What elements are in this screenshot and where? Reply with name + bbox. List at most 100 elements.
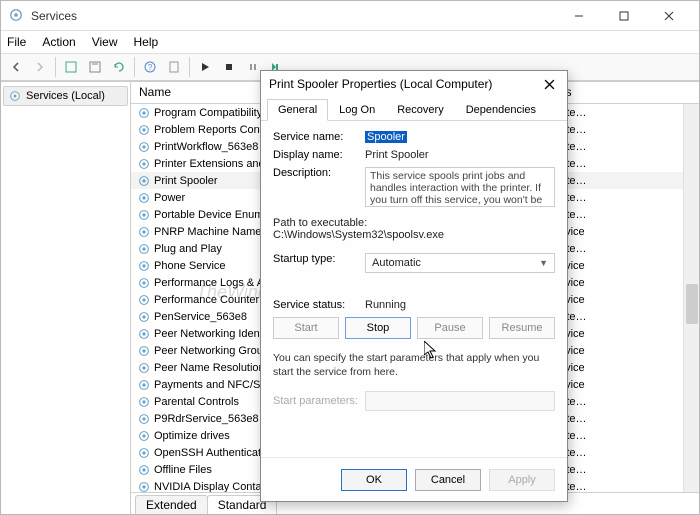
description-box[interactable]: This service spools print jobs and handl… [365, 167, 555, 207]
display-name-label: Display name: [273, 149, 359, 161]
sheet-icon[interactable] [163, 56, 185, 78]
service-logon: Syste… [548, 464, 699, 476]
back-button[interactable] [5, 56, 27, 78]
close-button[interactable] [646, 2, 691, 30]
gear-icon [137, 463, 151, 477]
gear-icon [137, 225, 151, 239]
stop-icon[interactable] [218, 56, 240, 78]
tree-services-local[interactable]: Services (Local) [3, 86, 128, 106]
gear-icon [137, 412, 151, 426]
help-icon[interactable]: ? [139, 56, 161, 78]
resume-button: Resume [489, 317, 555, 339]
play-icon[interactable] [194, 56, 216, 78]
gear-icon [137, 191, 151, 205]
tab-general[interactable]: General [267, 99, 328, 121]
stop-button[interactable]: Stop [345, 317, 411, 339]
gear-icon [137, 327, 151, 341]
start-params-label: Start parameters: [273, 395, 359, 407]
tab-extended[interactable]: Extended [135, 495, 208, 514]
start-button: Start [273, 317, 339, 339]
gear-icon [137, 106, 151, 120]
gear-icon [137, 174, 151, 188]
gear-icon [137, 310, 151, 324]
maximize-button[interactable] [601, 2, 646, 30]
service-logon: Service [548, 277, 699, 289]
dialog-close-button[interactable] [539, 74, 559, 94]
gear-icon [137, 293, 151, 307]
ok-button[interactable]: OK [341, 469, 407, 491]
path-value: C:\Windows\System32\spoolsv.exe [273, 229, 555, 241]
startup-type-value: Automatic [372, 257, 421, 269]
tab-logon[interactable]: Log On [328, 99, 386, 121]
description-label: Description: [273, 167, 359, 179]
service-logon: Syste… [548, 124, 699, 136]
startup-type-combo[interactable]: Automatic ▼ [365, 253, 555, 273]
start-params-input [365, 391, 555, 411]
service-name-value[interactable]: Spooler [365, 131, 407, 143]
parameters-note: You can specify the start parameters tha… [273, 351, 555, 379]
service-name-label: Service name: [273, 131, 359, 143]
service-logon: Service [548, 379, 699, 391]
scroll-thumb[interactable] [686, 284, 698, 324]
service-logon: Syste… [548, 209, 699, 221]
menu-file[interactable]: File [7, 35, 26, 49]
cancel-button[interactable]: Cancel [415, 469, 481, 491]
control-buttons: Start Stop Pause Resume [273, 317, 555, 339]
forward-button[interactable] [29, 56, 51, 78]
startup-type-label: Startup type: [273, 253, 359, 265]
gear-icon [137, 395, 151, 409]
dialog-footer: OK Cancel Apply [261, 457, 567, 501]
service-logon: Service [548, 345, 699, 357]
dialog-title: Print Spooler Properties (Local Computer… [269, 77, 539, 91]
window-title: Services [31, 9, 556, 23]
service-logon: Syste… [548, 481, 699, 493]
tree-item-label: Services (Local) [26, 90, 105, 102]
gear-icon [137, 123, 151, 137]
service-logon: Service [548, 226, 699, 238]
gear-icon [137, 480, 151, 493]
display-name-value: Print Spooler [365, 149, 555, 161]
window-controls [556, 2, 691, 30]
service-logon: Syste… [548, 175, 699, 187]
pause-button: Pause [417, 317, 483, 339]
gear-icon [137, 344, 151, 358]
service-logon: Syste… [548, 311, 699, 323]
service-logon: Syste… [548, 158, 699, 170]
service-status-label: Service status: [273, 299, 359, 311]
properties-icon[interactable] [60, 56, 82, 78]
tab-dependencies[interactable]: Dependencies [455, 99, 547, 121]
service-logon: Service [548, 362, 699, 374]
svg-text:?: ? [148, 63, 153, 72]
gear-icon [137, 378, 151, 392]
gear-icon [137, 259, 151, 273]
dialog-tabs: General Log On Recovery Dependencies [261, 97, 567, 121]
service-logon: Service [548, 328, 699, 340]
gear-icon [137, 242, 151, 256]
refresh-icon[interactable] [108, 56, 130, 78]
service-logon: Syste… [548, 192, 699, 204]
tree-pane[interactable]: Services (Local) [1, 82, 131, 514]
export-icon[interactable] [84, 56, 106, 78]
service-logon: Syste… [548, 243, 699, 255]
main-titlebar[interactable]: Services [1, 1, 699, 31]
menubar: File Action View Help [1, 31, 699, 53]
minimize-button[interactable] [556, 2, 601, 30]
gear-icon [8, 89, 22, 103]
gear-icon [137, 140, 151, 154]
gear-icon [137, 446, 151, 460]
services-icon [9, 8, 25, 24]
dialog-titlebar[interactable]: Print Spooler Properties (Local Computer… [261, 71, 567, 97]
service-logon: Syste… [548, 107, 699, 119]
tab-recovery[interactable]: Recovery [386, 99, 454, 121]
menu-action[interactable]: Action [42, 35, 75, 49]
menu-help[interactable]: Help [134, 35, 159, 49]
service-status-value: Running [365, 299, 555, 311]
gear-icon [137, 429, 151, 443]
service-logon: Syste… [548, 141, 699, 153]
gear-icon [137, 157, 151, 171]
gear-icon [137, 361, 151, 375]
scrollbar[interactable] [683, 104, 699, 492]
menu-view[interactable]: View [92, 35, 118, 49]
service-logon: Syste… [548, 396, 699, 408]
service-logon: Syste… [548, 430, 699, 442]
